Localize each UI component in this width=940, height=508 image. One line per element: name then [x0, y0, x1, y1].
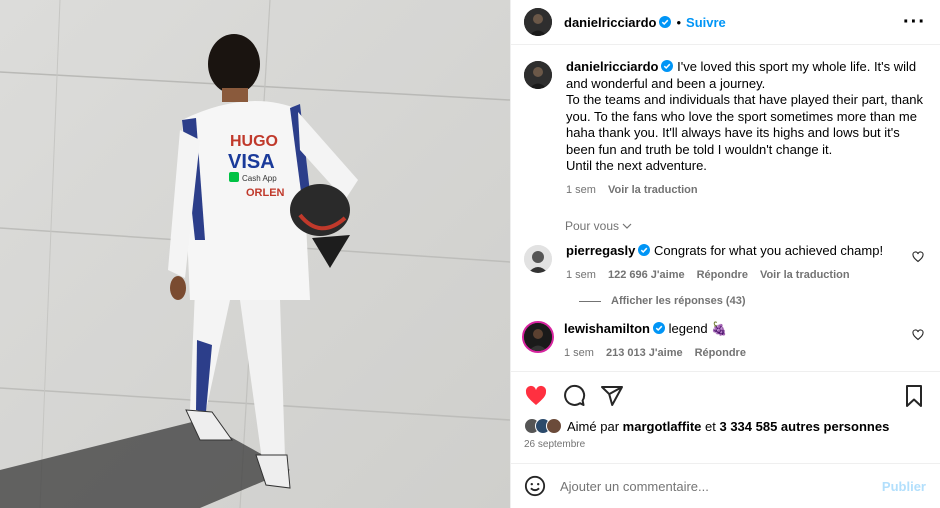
caption-translate-link[interactable]: Voir la traduction [608, 182, 698, 199]
driver-photo-illustration: HUGO VISA Cash App ORLEN [0, 0, 510, 508]
likes-count[interactable]: 3 334 585 autres personnes [719, 419, 889, 434]
liked-by-middle: et [705, 418, 716, 434]
like-comment-icon[interactable] [912, 329, 924, 341]
commenter-avatar[interactable] [524, 245, 552, 273]
post-side-panel: danielricciardo • Suivre ··· danielricci… [510, 0, 940, 508]
caption-author[interactable]: danielricciardo [566, 59, 658, 74]
verified-badge-icon [659, 16, 672, 28]
liked-heart-icon[interactable] [524, 384, 548, 408]
emoji-icon[interactable] [524, 475, 546, 497]
caption-line: Until the next adventure. [566, 158, 707, 173]
chevron-down-icon [622, 223, 632, 229]
bookmark-icon[interactable] [902, 384, 926, 408]
caption-author-avatar[interactable] [524, 61, 552, 89]
reply-button[interactable]: Répondre [695, 345, 746, 362]
follow-button[interactable]: Suivre [686, 15, 726, 30]
author-avatar[interactable] [524, 8, 552, 36]
post-date[interactable]: 26 septembre [524, 439, 926, 450]
comment-time[interactable]: 1 sem [566, 267, 596, 284]
commenter-avatar[interactable] [522, 321, 554, 353]
share-icon[interactable] [600, 384, 624, 408]
author-username[interactable]: danielricciardo [564, 15, 656, 30]
post-header: danielricciardo • Suivre ··· [511, 0, 940, 45]
post-photo[interactable]: HUGO VISA Cash App ORLEN [0, 0, 510, 508]
translate-link[interactable]: Voir la traduction [760, 267, 850, 284]
comment-meta: 1 sem 122 696 J'aime Répondre Voir la tr… [566, 267, 926, 284]
comment-icon[interactable] [562, 384, 586, 408]
caption: danielricciardo I've loved this sport my… [524, 59, 926, 198]
comment-item: lewishamilton legend 🍇 1 sem 213 013 J'a… [522, 321, 926, 362]
post-actions: Aimé par margotlaffite et 3 334 585 autr… [511, 371, 940, 463]
caption-time[interactable]: 1 sem [566, 182, 596, 199]
verified-badge-icon [652, 322, 665, 334]
reply-button[interactable]: Répondre [697, 267, 748, 284]
more-options-icon[interactable]: ··· [903, 12, 926, 32]
verified-badge-icon [638, 244, 651, 256]
comment-time[interactable]: 1 sem [564, 345, 594, 362]
like-comment-icon[interactable] [912, 251, 924, 263]
verified-badge-icon [661, 60, 674, 72]
comment-input[interactable] [560, 478, 882, 494]
suit-logo-hugo: HUGO [230, 133, 278, 150]
comments-section: danielricciardo I've loved this sport my… [511, 45, 940, 371]
commenter-username[interactable]: lewishamilton [564, 321, 650, 336]
suit-logo-cashapp: Cash App [242, 174, 277, 183]
view-replies-button[interactable]: Afficher les réponses (43) [579, 295, 926, 307]
liked-by-user[interactable]: margotlaffite [623, 419, 702, 434]
view-replies-label: Afficher les réponses (43) [611, 295, 746, 307]
liked-by: Aimé par margotlaffite et 3 334 585 autr… [524, 418, 926, 434]
suit-logo-orlen: ORLEN [246, 187, 285, 199]
caption-meta: 1 sem Voir la traduction [566, 182, 926, 199]
comment-likes[interactable]: 122 696 J'aime [608, 267, 685, 284]
commenter-username[interactable]: pierregasly [566, 243, 635, 258]
comment-item: pierregasly Congrats for what you achiev… [524, 243, 926, 283]
for-you-label: Pour vous [565, 219, 620, 233]
liked-by-prefix: Aimé par [567, 418, 620, 434]
post-viewer: HUGO VISA Cash App ORLEN danielricciardo… [0, 0, 940, 508]
replies-divider [579, 300, 601, 302]
comment-text: Congrats for what you achieved champ! [654, 243, 884, 258]
liker-avatar [546, 418, 562, 434]
caption-line: To the teams and individuals that have p… [566, 92, 923, 157]
publish-button[interactable]: Publier [882, 479, 926, 494]
separator-dot: • [676, 14, 682, 30]
comment-meta: 1 sem 213 013 J'aime Répondre [564, 345, 926, 362]
suit-logo-visa: VISA [228, 151, 275, 173]
comment-text: legend 🍇 [668, 321, 728, 336]
comment-likes[interactable]: 213 013 J'aime [606, 345, 683, 362]
add-comment-bar: Publier [511, 463, 940, 508]
for-you-filter[interactable]: Pour vous [565, 219, 926, 233]
